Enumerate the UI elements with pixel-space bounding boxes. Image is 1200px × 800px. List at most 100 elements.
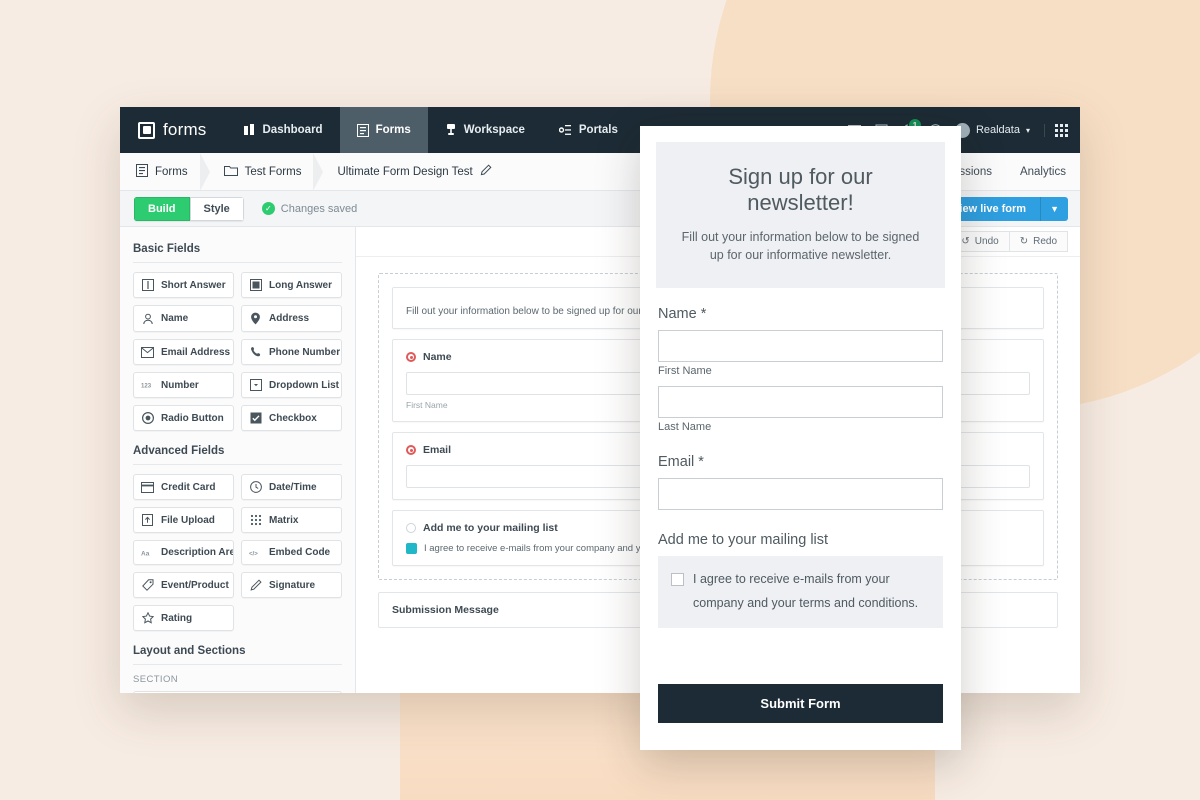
- field-dropdown-list[interactable]: Dropdown List: [241, 372, 342, 398]
- preview-body: Name * First Name Last Name Email * Add …: [640, 288, 961, 628]
- fields-sidebar[interactable]: Basic Fields Short Answer Long Answer Na…: [120, 227, 356, 693]
- field-date-time[interactable]: Date/Time: [241, 474, 342, 500]
- clock-icon: [249, 481, 262, 493]
- submission-message-label: Submission Message: [392, 604, 499, 616]
- preview-last-name-hint: Last Name: [658, 421, 712, 434]
- preview-header: Sign up for our newsletter! Fill out you…: [656, 142, 945, 289]
- apps-grid-icon[interactable]: [1044, 123, 1068, 137]
- preview-email-input[interactable]: [658, 478, 943, 511]
- field-description-area[interactable]: Aa Description Area: [133, 540, 234, 565]
- divider: [133, 464, 342, 465]
- field-label: Matrix: [269, 514, 299, 526]
- star-icon: [141, 612, 154, 624]
- preview-consent-row[interactable]: I agree to receive e-mails from your com…: [671, 568, 930, 616]
- code-icon: </>: [249, 548, 262, 558]
- breadcrumb-item-forms-label: Forms: [155, 165, 188, 178]
- credit-card-icon: [141, 481, 154, 493]
- nav-item-workspace-label: Workspace: [463, 124, 525, 136]
- number-123-icon: 123: [141, 380, 154, 390]
- save-status-label: Changes saved: [280, 202, 358, 215]
- field-file-upload[interactable]: File Upload: [133, 507, 234, 533]
- preview-subtitle: Fill out your information below to be si…: [681, 229, 920, 263]
- field-label: Address: [269, 313, 310, 324]
- field-label: Rating: [161, 612, 193, 624]
- edit-pencil-icon[interactable]: [480, 164, 492, 179]
- field-number[interactable]: 123 Number: [133, 372, 234, 398]
- field-label: Description Area: [161, 547, 234, 558]
- chevron-down-icon: ▼: [1050, 203, 1059, 214]
- brand-label: forms: [163, 120, 207, 139]
- tab-analytics[interactable]: Analytics: [1020, 166, 1066, 178]
- field-label: Event/Product: [161, 579, 229, 591]
- breadcrumb-item-current: Ultimate Form Design Test: [337, 164, 497, 179]
- section-sublabel: SECTION: [133, 674, 179, 685]
- field-event-product[interactable]: Event/Product: [133, 572, 234, 598]
- field-email-address[interactable]: Email Address: [133, 339, 234, 365]
- field-name[interactable]: Name: [133, 305, 234, 332]
- phone-icon: [249, 346, 262, 358]
- nav-item-forms[interactable]: Forms: [339, 107, 428, 153]
- user-menu[interactable]: Realdata ▾: [954, 122, 1030, 138]
- advanced-fields-grid: Credit Card Date/Time File Upload Matrix…: [133, 474, 342, 631]
- dropdown-icon: [249, 379, 262, 391]
- breadcrumb-item-test-forms[interactable]: Test Forms: [223, 164, 308, 179]
- field-address[interactable]: Address: [241, 305, 342, 332]
- preview-first-name-hint: First Name: [658, 365, 712, 378]
- field-label: Dropdown List: [269, 379, 339, 391]
- preview-consent-text: I agree to receive e-mails from your com…: [693, 572, 919, 610]
- field-checkbox[interactable]: Checkbox: [241, 405, 342, 431]
- check-circle-icon: ✓: [261, 202, 275, 215]
- preview-consent-box: I agree to receive e-mails from your com…: [658, 556, 943, 628]
- preview-mailing-label: Add me to your mailing list: [658, 532, 829, 549]
- advanced-fields-heading: Advanced Fields: [133, 445, 225, 457]
- redo-button[interactable]: ↻ Redo: [1009, 231, 1068, 252]
- undo-label: Undo: [974, 236, 999, 247]
- preview-submit-button[interactable]: Submit Form: [658, 684, 943, 723]
- build-tab-button[interactable]: Build: [134, 196, 190, 221]
- field-signature[interactable]: Signature: [241, 572, 342, 598]
- brand-logo[interactable]: forms: [120, 107, 227, 153]
- breadcrumb-item-forms[interactable]: Forms: [136, 163, 194, 180]
- field-label: Short Answer: [161, 279, 226, 291]
- style-tab-button[interactable]: Style: [189, 196, 244, 221]
- field-phone-number[interactable]: Phone Number: [241, 339, 342, 365]
- forms-icon: [136, 163, 148, 180]
- svg-text:Aa: Aa: [141, 550, 150, 557]
- forms-icon: [356, 123, 369, 137]
- checkbox-icon[interactable]: [671, 573, 684, 587]
- svg-text:123: 123: [141, 382, 152, 389]
- field-short-answer[interactable]: Short Answer: [133, 272, 234, 298]
- view-live-form-dropdown-button[interactable]: ▼: [1040, 196, 1068, 221]
- nav-item-workspace[interactable]: Workspace: [428, 107, 542, 153]
- field-rating[interactable]: Rating: [133, 605, 234, 631]
- radio-icon: [141, 412, 154, 424]
- breadcrumb-separator-icon: [199, 152, 210, 191]
- nav-item-portals[interactable]: Portals: [542, 107, 635, 153]
- field-label: Embed Code: [269, 547, 331, 558]
- preview-email-label: Email *: [658, 454, 704, 471]
- field-embed-code[interactable]: </> Embed Code: [241, 540, 342, 565]
- breadcrumb-item-current-label: Ultimate Form Design Test: [337, 165, 473, 178]
- canvas-field-email-label: Email: [423, 444, 452, 456]
- workspace-icon: [445, 124, 457, 136]
- nav-item-dashboard-label: Dashboard: [262, 124, 323, 136]
- field-radio-button[interactable]: Radio Button: [133, 405, 234, 431]
- field-credit-card[interactable]: Credit Card: [133, 474, 234, 500]
- background-block-bottom-right: [935, 690, 1200, 800]
- field-matrix[interactable]: Matrix: [241, 507, 342, 533]
- checkbox-checked-icon[interactable]: [406, 543, 417, 554]
- preview-last-name-input[interactable]: [658, 386, 943, 419]
- folder-icon: [223, 164, 238, 179]
- field-label: Long Answer: [269, 279, 332, 291]
- field-long-answer[interactable]: Long Answer: [241, 272, 342, 298]
- field-label: Date/Time: [269, 481, 317, 493]
- preview-first-name-input[interactable]: [658, 330, 943, 363]
- chevron-down-icon: ▾: [1025, 125, 1030, 135]
- nav-item-dashboard[interactable]: Dashboard: [227, 107, 340, 153]
- svg-text:</>: </>: [249, 550, 258, 557]
- matrix-icon: [249, 514, 262, 526]
- breadcrumb-separator-icon-2: [313, 152, 324, 191]
- layout-sections-heading: Layout and Sections: [133, 645, 246, 657]
- layout-item-section[interactable]: Section: [133, 691, 342, 693]
